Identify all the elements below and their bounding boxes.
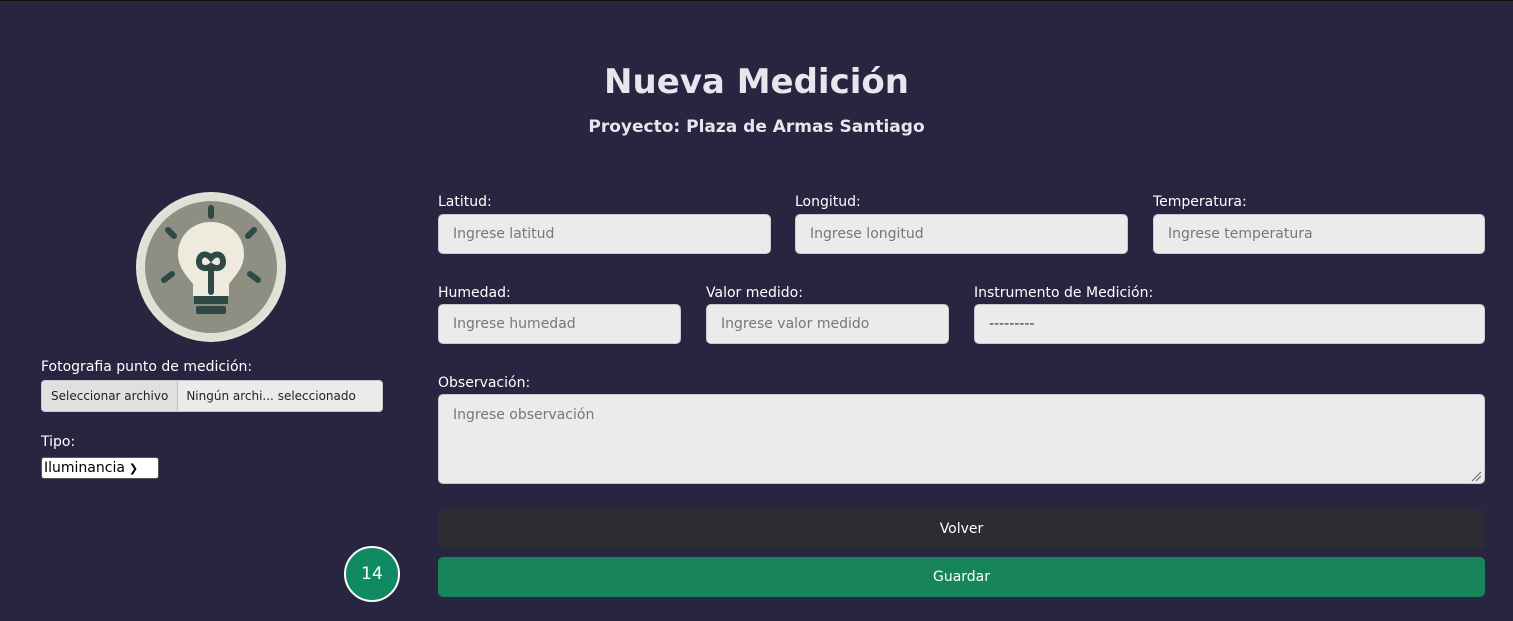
top-border (0, 0, 1513, 1)
longitud-label: Longitud: (795, 194, 861, 210)
observacion-label: Observación: (438, 375, 531, 391)
longitud-input[interactable]: Ingrese longitud (795, 214, 1128, 254)
latitud-placeholder: Ingrese latitud (453, 226, 555, 242)
valor-placeholder: Ingrese valor medido (721, 316, 870, 332)
file-status: Ningún archi... seleccionado (186, 389, 356, 403)
tipo-label: Tipo: (41, 434, 76, 450)
temperatura-label: Temperatura: (1153, 194, 1247, 210)
tipo-select[interactable]: Iluminancia ❯ (41, 457, 159, 479)
tipo-selected: Iluminancia (44, 460, 125, 476)
page-title: Nueva Medición (604, 62, 909, 102)
step-badge: 14 (344, 546, 400, 602)
instrumento-label: Instrumento de Medición: (974, 285, 1154, 301)
lightbulb-icon (136, 192, 286, 342)
valor-input[interactable]: Ingrese valor medido (706, 304, 949, 344)
observacion-textarea[interactable]: Ingrese observación (438, 394, 1485, 484)
project-subtitle: Proyecto: Plaza de Armas Santiago (588, 117, 925, 137)
instrumento-selected: --------- (989, 316, 1035, 332)
photo-file-input[interactable]: Seleccionar archivo Ningún archi... sele… (41, 380, 383, 412)
valor-label: Valor medido: (706, 285, 803, 301)
resize-handle-icon[interactable] (1470, 470, 1482, 482)
photo-label: Fotografia punto de medición: (41, 359, 253, 375)
temperatura-placeholder: Ingrese temperatura (1168, 226, 1313, 242)
humedad-placeholder: Ingrese humedad (453, 316, 576, 332)
temperatura-input[interactable]: Ingrese temperatura (1153, 214, 1485, 254)
latitud-label: Latitud: (438, 194, 492, 210)
longitud-placeholder: Ingrese longitud (810, 226, 924, 242)
latitud-input[interactable]: Ingrese latitud (438, 214, 771, 254)
humedad-label: Humedad: (438, 285, 511, 301)
observacion-placeholder: Ingrese observación (453, 407, 595, 423)
chevron-down-icon: ❯ (128, 461, 139, 475)
instrumento-select[interactable]: --------- (974, 304, 1485, 344)
humedad-input[interactable]: Ingrese humedad (438, 304, 681, 344)
save-button[interactable]: Guardar (438, 557, 1485, 597)
choose-file-button[interactable]: Seleccionar archivo (42, 381, 179, 411)
back-button[interactable]: Volver (438, 509, 1485, 549)
